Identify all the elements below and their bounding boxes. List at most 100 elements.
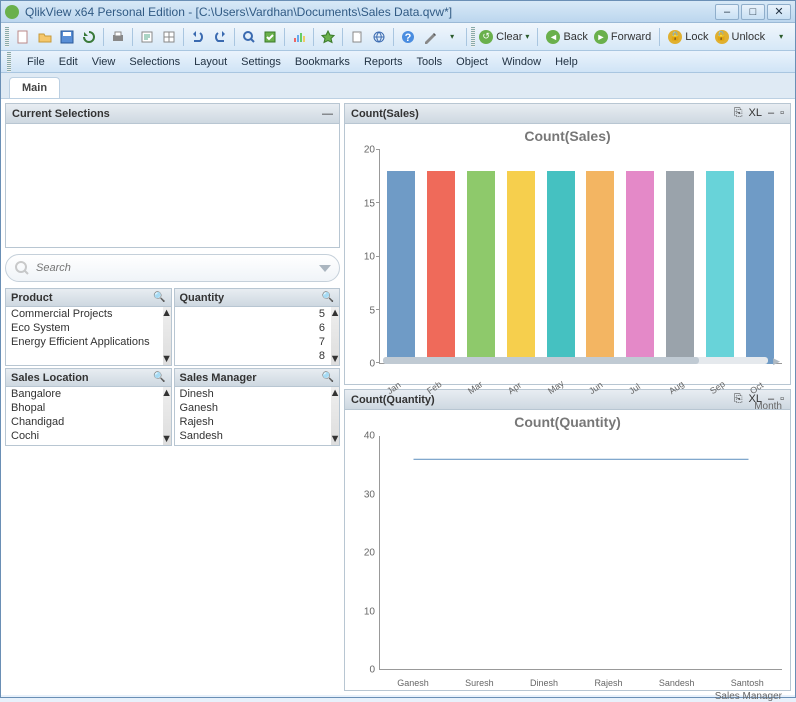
line-series [380,436,782,669]
search-box[interactable] [5,254,340,282]
list-item[interactable]: Cochi [6,429,171,443]
scrollbar[interactable]: ▲▼ [331,307,339,365]
bar[interactable] [626,171,654,364]
search-input[interactable] [36,262,319,274]
search-toolbar-icon[interactable] [239,27,259,47]
redo-icon[interactable] [210,27,230,47]
list-item[interactable]: Ganesh [175,401,340,415]
panel-minimize-button[interactable]: — [322,108,333,120]
listbox-product[interactable]: Product🔍 Commercial Projects Eco System … [5,288,172,366]
listbox-sales-manager[interactable]: Sales Manager 🔍 Dinesh Ganesh Rajesh Sand… [174,368,341,446]
list-item[interactable]: 5 [175,307,340,321]
menu-bookmarks[interactable]: Bookmarks [295,56,350,68]
menu-settings[interactable]: Settings [241,56,281,68]
listbox-location-title: Sales Location [11,372,89,384]
save-icon[interactable] [57,27,77,47]
bar[interactable] [467,171,495,364]
scrollbar[interactable]: ▲▼ [163,307,171,365]
design-mode-icon[interactable] [420,27,440,47]
lock-button[interactable]: 🔒 Lock [668,30,708,44]
search-dropdown-icon[interactable] [319,265,331,272]
list-item[interactable]: Bangalore [6,387,171,401]
new-document-icon[interactable] [13,27,33,47]
window-minimize-button[interactable]: – [715,4,739,20]
back-label: Back [563,31,587,43]
chart-scrollbar[interactable]: ▶ [383,357,768,364]
listbox-sales-location[interactable]: Sales Location 🔍 Bangalore Bhopal Chandig… [5,368,172,446]
weblink-icon[interactable] [369,27,389,47]
clear-selections-button[interactable]: ↺ Clear ▾ [479,30,529,44]
list-item[interactable]: Eco System [6,321,171,335]
help-icon[interactable]: ? [398,27,418,47]
search-in-list-icon[interactable]: 🔍 [322,292,334,303]
unlock-icon: 🔓 [715,30,729,44]
list-item[interactable]: Commercial Projects [6,307,171,321]
forward-label: Forward [611,31,651,43]
current-selections-body [6,124,339,247]
toolbar-grip-icon [471,27,475,47]
list-item[interactable]: Chandigad [6,415,171,429]
panel-maximize-button[interactable]: ▫ [780,107,784,120]
menu-object[interactable]: Object [456,56,488,68]
scrollbar[interactable]: ▲▼ [163,387,171,445]
current-selections-icon[interactable] [261,27,281,47]
quick-chart-icon[interactable] [289,27,309,47]
list-item[interactable]: 8 [175,349,340,363]
bar[interactable] [586,171,614,364]
menu-edit[interactable]: Edit [59,56,78,68]
menu-file[interactable]: File [27,56,45,68]
undo-icon[interactable] [188,27,208,47]
fast-change-icon[interactable]: ⎘ [734,107,743,120]
bookmark-add-icon[interactable] [318,27,338,47]
panel-minimize-button[interactable]: – [768,107,774,120]
window-titlebar: QlikView x64 Personal Edition - [C:\User… [1,1,795,23]
bar[interactable] [387,171,415,364]
chart-title: Count(Quantity) [345,410,790,434]
list-item[interactable]: Energy Efficient Applications [6,335,171,349]
print-icon[interactable] [108,27,128,47]
list-item[interactable]: Sandesh [175,429,340,443]
listbox-quantity-title: Quantity [180,292,225,304]
menu-help[interactable]: Help [555,56,578,68]
edit-script-icon[interactable] [137,27,157,47]
chart-panel-title: Count(Sales) [351,108,419,120]
search-in-list-icon[interactable]: 🔍 [153,292,165,303]
menu-layout[interactable]: Layout [194,56,227,68]
window-maximize-button[interactable]: □ [741,4,765,20]
menu-reports[interactable]: Reports [364,56,403,68]
search-in-list-icon[interactable]: 🔍 [322,372,334,383]
window-close-button[interactable]: ✕ [767,4,791,20]
menu-bar: File Edit View Selections Layout Setting… [1,51,795,73]
notes-icon[interactable] [347,27,367,47]
bar[interactable] [666,171,694,364]
toolbar-options-icon[interactable]: ▾ [442,27,462,47]
bar[interactable] [706,171,734,364]
bar[interactable] [746,171,774,364]
table-viewer-icon[interactable] [159,27,179,47]
list-item[interactable]: 6 [175,321,340,335]
forward-button[interactable]: ► Forward [594,30,651,44]
bar[interactable] [547,171,575,364]
toolbar-options-icon[interactable]: ▾ [771,27,791,47]
listbox-quantity[interactable]: Quantity 🔍 5 6 7 8 ▲▼ [174,288,341,366]
menu-selections[interactable]: Selections [129,56,180,68]
menu-tools[interactable]: Tools [416,56,442,68]
bar[interactable] [427,171,455,364]
open-icon[interactable] [35,27,55,47]
menu-view[interactable]: View [92,56,116,68]
menu-window[interactable]: Window [502,56,541,68]
list-item[interactable]: Dinesh [175,387,340,401]
plot-area [379,436,782,670]
reload-icon[interactable] [79,27,99,47]
list-item[interactable]: 7 [175,335,340,349]
tab-main[interactable]: Main [9,77,60,98]
scrollbar[interactable]: ▲▼ [331,387,339,445]
unlock-button[interactable]: 🔓 Unlock [715,30,766,44]
bar[interactable] [507,171,535,364]
search-in-list-icon[interactable]: 🔍 [153,372,165,383]
back-button[interactable]: ◄ Back [546,30,587,44]
list-item[interactable]: Bhopal [6,401,171,415]
list-item[interactable]: Rajesh [175,415,340,429]
export-xl-button[interactable]: XL [749,107,762,120]
listbox-manager-title: Sales Manager [180,372,257,384]
